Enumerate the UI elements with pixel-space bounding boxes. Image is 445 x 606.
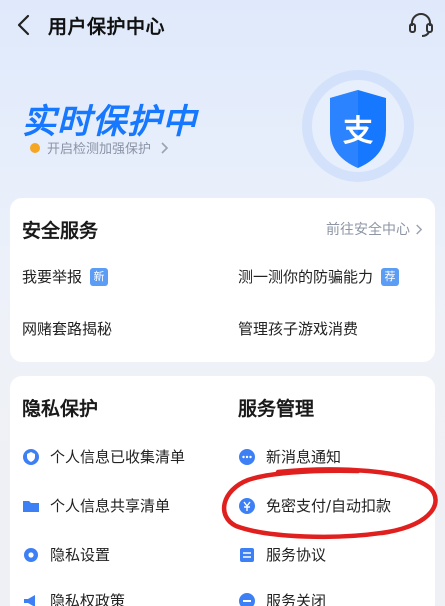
alipay-shield-emblem: 支: [296, 68, 416, 184]
privacy-policy-label: 隐私权政策: [50, 592, 126, 606]
anti-fraud-test-label: 测一测你的防骗能力: [238, 268, 374, 286]
security-services-card: 安全服务 前往安全中心 我要举报 新 测一测你的防骗能力 荐 网赌套路揭秘 管理…: [10, 198, 435, 362]
collected-info-list-label: 个人信息已收集清单: [50, 448, 186, 466]
chevron-right-icon: [416, 223, 423, 235]
payment-circle-icon: [239, 497, 255, 514]
folder-icon: [23, 500, 39, 512]
protection-status-title: 实时保护中: [22, 102, 197, 142]
gambling-reveal-item[interactable]: 网赌套路揭秘: [22, 318, 112, 339]
page-title: 用户保护中心: [48, 16, 166, 38]
security-section-title: 安全服务: [22, 220, 99, 242]
anti-fraud-test-item[interactable]: 测一测你的防骗能力 荐: [238, 266, 400, 287]
chevron-right-icon: [161, 141, 169, 154]
gambling-reveal-label: 网赌套路揭秘: [22, 320, 113, 338]
go-security-center-link[interactable]: 前往安全中心: [326, 219, 423, 239]
top-bar: 用户保护中心: [0, 0, 445, 52]
new-message-notice-item[interactable]: 新消息通知: [238, 446, 341, 467]
enhance-protection-link[interactable]: 开启检测加强保护: [30, 138, 169, 157]
support-button[interactable]: [405, 9, 437, 41]
report-label: 我要举报: [22, 268, 83, 286]
chevron-left-icon: [17, 14, 30, 36]
report-item[interactable]: 我要举报 新: [22, 266, 109, 287]
password-free-payment-label: 免密支付/自动扣款: [266, 497, 392, 515]
new-message-notice-label: 新消息通知: [266, 448, 342, 466]
close-service-item[interactable]: 服务关闭: [238, 590, 326, 606]
enhance-protection-label: 开启检测加强保护: [47, 142, 152, 157]
recommend-badge: 荐: [381, 267, 400, 286]
gear-icon: [24, 547, 38, 562]
service-agreement-item[interactable]: 服务协议: [238, 544, 326, 565]
go-security-center-label: 前往安全中心: [326, 222, 410, 238]
headset-icon: [409, 13, 433, 37]
password-free-payment-item[interactable]: 免密支付/自动扣款: [238, 495, 391, 516]
back-button[interactable]: [10, 10, 40, 40]
status-dot: [30, 142, 40, 153]
privacy-section-title: 隐私保护: [22, 398, 99, 420]
shield-character: 支: [343, 114, 373, 149]
new-badge: 新: [90, 267, 109, 286]
shared-info-list-item[interactable]: 个人信息共享清单: [22, 495, 170, 516]
privacy-service-card: 隐私保护 服务管理 个人信息已收集清单 个人信息共享清单 隐私设置 隐私权政策 …: [10, 376, 435, 606]
privacy-policy-item[interactable]: 隐私权政策: [22, 590, 125, 606]
minus-circle-icon: [239, 592, 255, 606]
collected-info-list-item[interactable]: 个人信息已收集清单: [22, 446, 185, 467]
child-game-spending-label: 管理孩子游戏消费: [238, 320, 359, 338]
shield-circle-icon: [23, 448, 39, 465]
document-icon: [240, 547, 254, 562]
privacy-settings-item[interactable]: 隐私设置: [22, 544, 110, 565]
privacy-settings-label: 隐私设置: [50, 546, 111, 564]
megaphone-icon: [24, 594, 35, 606]
service-agreement-label: 服务协议: [266, 546, 327, 564]
child-game-spending-item[interactable]: 管理孩子游戏消费: [238, 318, 358, 339]
close-service-label: 服务关闭: [266, 592, 327, 606]
chat-bubble-icon: [239, 448, 255, 465]
shared-info-list-label: 个人信息共享清单: [50, 497, 171, 515]
service-section-title: 服务管理: [238, 398, 315, 420]
